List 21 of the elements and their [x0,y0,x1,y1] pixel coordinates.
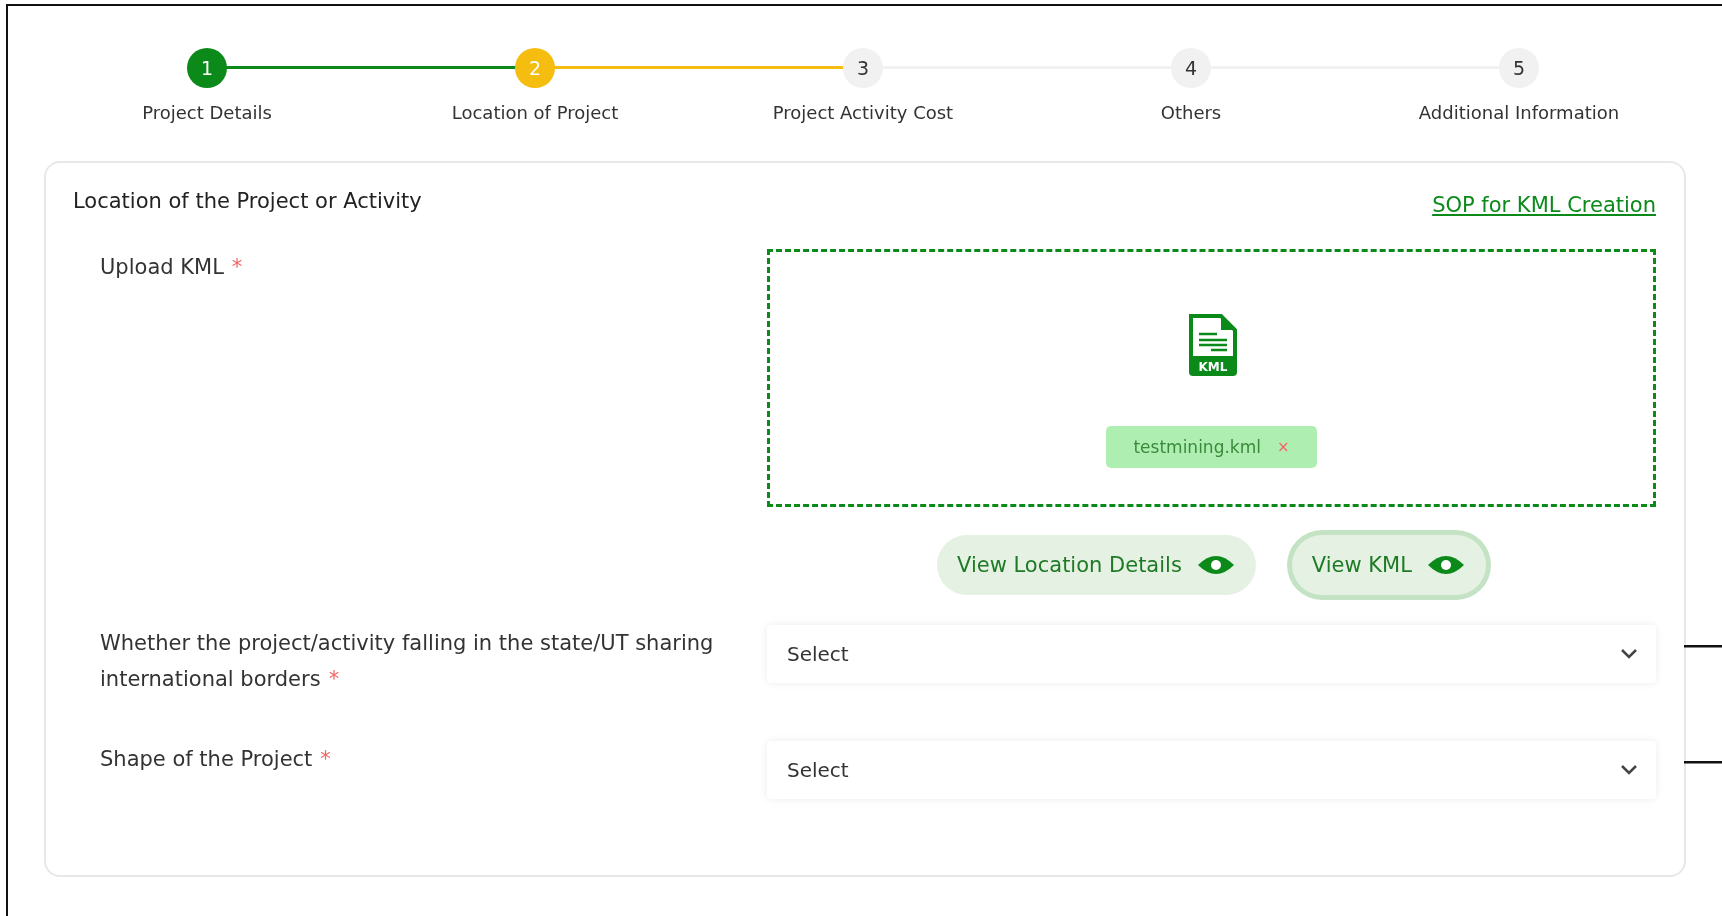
chevron-down-icon [1620,764,1638,776]
file-name: testmining.kml [1133,437,1261,457]
step-label: Additional Information [1418,102,1620,123]
step-number[interactable]: 1 [187,48,227,88]
field-label: Whether the project/activity falling in the state/UT sharing international borders * [99,630,715,693]
field-label: Shape of the Project * [99,746,332,773]
step-label: Location of Project [451,102,619,123]
step-number[interactable]: 4 [1171,48,1211,88]
step-number[interactable]: 3 [843,48,883,88]
step-label: Project Details [142,102,272,123]
view-button[interactable]: View Location Details [937,535,1256,595]
select-dropdown[interactable]: Select [767,625,1656,683]
section-title: Location of the Project or Activity [73,189,422,213]
field-label: Upload KML * [99,255,243,279]
sop-link[interactable]: SOP for KML Creation [1432,193,1656,217]
chevron-down-icon [1620,648,1638,660]
step-label: Project Activity Cost [772,102,954,123]
step-label: Others [1160,102,1222,123]
upload-dropzone[interactable]: KML testmining.kml × [767,249,1656,507]
select-dropdown[interactable]: Select [767,741,1656,799]
step-number[interactable]: 5 [1499,48,1539,88]
